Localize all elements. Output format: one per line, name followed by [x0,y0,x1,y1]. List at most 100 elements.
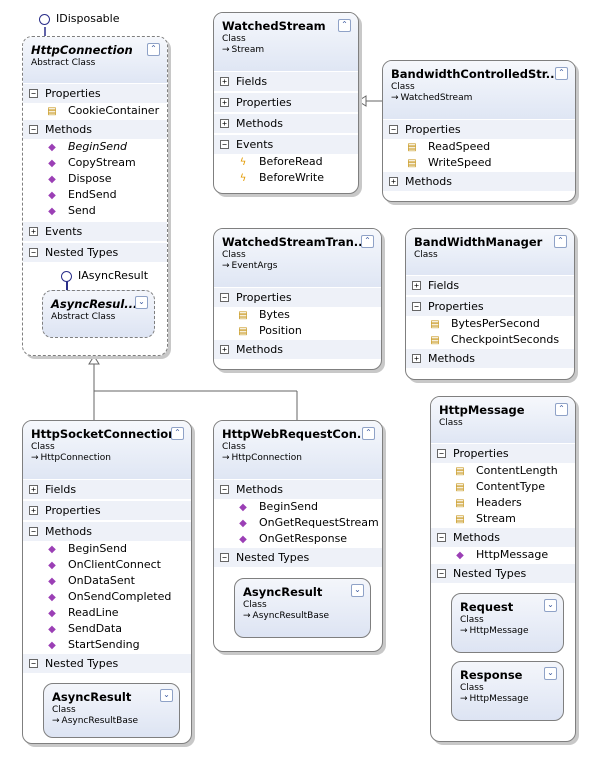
member-property[interactable]: ▤ CheckpointSeconds [406,332,574,348]
member-property[interactable]: ▤ ContentLength [431,463,575,479]
section-properties[interactable]: + Properties [214,92,358,112]
section-nested-types[interactable]: − Nested Types [23,242,167,262]
plus-box-icon[interactable]: + [29,484,38,494]
section-nested-types[interactable]: − Nested Types [23,653,191,673]
minus-box-icon[interactable]: − [389,124,398,134]
section-events[interactable]: + Events [23,221,167,241]
section-fields[interactable]: + Fields [23,479,191,499]
expand-icon[interactable]: ⌄ [544,667,557,680]
minus-box-icon[interactable]: − [220,139,229,149]
collapse-icon[interactable]: ⌃ [147,43,160,56]
minus-box-icon[interactable]: − [437,532,446,542]
member-property[interactable]: ▤ BytesPerSecond [406,316,574,332]
section-methods[interactable]: − Methods [23,119,167,139]
class-http-message[interactable]: HttpMessage Class ⌃ − Properties ▤ Content… [430,396,576,742]
member-method[interactable]: ◆ OnClientConnect [23,557,191,573]
minus-box-icon[interactable]: − [29,526,38,536]
member-method[interactable]: ◆ OnDataSent [23,573,191,589]
minus-box-icon[interactable]: − [29,658,38,668]
collapse-icon[interactable]: ⌃ [338,19,351,32]
member-method[interactable]: ◆ OnSendCompleted [23,589,191,605]
class-watched-stream-transfer[interactable]: WatchedStreamTran... Class → EventArgs ⌃ … [213,228,382,370]
collapse-icon[interactable]: ⌃ [555,67,568,80]
collapse-icon[interactable]: ⌃ [554,235,567,248]
section-nested-types[interactable]: − Nested Types [431,563,575,583]
member-method[interactable]: ◆ StartSending [23,637,191,653]
member-property[interactable]: ▤ Stream [431,511,575,527]
section-properties[interactable]: − Properties [23,83,167,103]
section-properties[interactable]: + Properties [23,500,191,520]
member-method[interactable]: ◆ EndSend [23,187,167,203]
minus-box-icon[interactable]: − [29,124,38,134]
section-properties[interactable]: − Properties [431,443,575,463]
section-properties[interactable]: − Properties [406,296,574,316]
nested-class-asyncresult[interactable]: AsyncResult Class → AsyncResultBase ⌄ [43,683,180,738]
plus-box-icon[interactable]: + [412,353,421,363]
member-method[interactable]: ◆ Dispose [23,171,167,187]
plus-box-icon[interactable]: + [220,76,229,86]
minus-box-icon[interactable]: − [437,568,446,578]
minus-box-icon[interactable]: − [220,292,229,302]
class-bandwidth-controlled-stream[interactable]: BandwidthControlledStr... Class → Watched… [382,60,576,202]
member-method[interactable]: ◆ Send [23,203,167,219]
expand-icon[interactable]: ⌄ [135,296,148,309]
expand-icon[interactable]: ⌄ [160,689,173,702]
member-method[interactable]: ◆ OnGetResponse [214,531,382,547]
section-methods[interactable]: − Methods [214,479,382,499]
expand-icon[interactable]: ⌄ [351,584,364,597]
minus-box-icon[interactable]: − [220,484,229,494]
member-method[interactable]: ◆ HttpMessage [431,547,575,563]
plus-box-icon[interactable]: + [389,176,398,186]
section-methods[interactable]: + Methods [383,171,575,191]
nested-class-response[interactable]: Response Class → HttpMessage ⌄ [451,661,564,721]
collapse-icon[interactable]: ⌃ [362,427,375,440]
plus-box-icon[interactable]: + [29,505,38,515]
minus-box-icon[interactable]: − [437,448,446,458]
minus-box-icon[interactable]: − [412,301,421,311]
section-properties[interactable]: − Properties [383,119,575,139]
nested-class-request[interactable]: Request Class → HttpMessage ⌄ [451,593,564,653]
plus-box-icon[interactable]: + [220,344,229,354]
member-method[interactable]: ◆ BeginSend [214,499,382,515]
section-properties[interactable]: − Properties [214,287,381,307]
minus-box-icon[interactable]: − [29,88,38,98]
nested-class-asyncresult[interactable]: AsyncResult Class → AsyncResultBase ⌄ [234,578,371,638]
class-watched-stream[interactable]: WatchedStream Class → Stream ⌃ + Fields + P… [213,12,359,194]
member-property[interactable]: ▤ ContentType [431,479,575,495]
member-property[interactable]: ▤ Headers [431,495,575,511]
member-method[interactable]: ◆ CopyStream [23,155,167,171]
plus-box-icon[interactable]: + [412,280,421,290]
plus-box-icon[interactable]: + [29,226,38,236]
member-property[interactable]: ▤ Bytes [214,307,381,323]
section-methods[interactable]: + Methods [406,348,574,368]
section-nested-types[interactable]: − Nested Types [214,547,382,567]
section-methods[interactable]: + Methods [214,339,381,359]
member-property[interactable]: ▤ ReadSpeed [383,139,575,155]
class-http-connection[interactable]: HttpConnection Abstract Class ⌃ − Propert… [22,36,168,356]
member-method[interactable]: ◆ ReadLine [23,605,191,621]
plus-box-icon[interactable]: + [220,97,229,107]
section-fields[interactable]: + Fields [406,275,574,295]
member-event[interactable]: ϟ BeforeWrite [214,170,358,186]
member-method[interactable]: ◆ BeginSend [23,139,167,155]
class-http-webrequest-connection[interactable]: HttpWebRequestCon... Class → HttpConnecti… [213,420,383,652]
nested-class-asyncresult[interactable]: AsyncResul... Abstract Class ⌄ [42,290,155,338]
member-method[interactable]: ◆ SendData [23,621,191,637]
minus-box-icon[interactable]: − [220,552,229,562]
class-bandwidth-manager[interactable]: BandWidthManager Class ⌃ + Fields − Proper… [405,228,575,380]
expand-icon[interactable]: ⌄ [544,599,557,612]
section-events[interactable]: − Events [214,134,358,154]
class-http-socket-connection[interactable]: HttpSocketConnection Class → HttpConnecti… [22,420,192,744]
member-property[interactable]: ▤ Position [214,323,381,339]
member-method[interactable]: ◆ BeginSend [23,541,191,557]
section-methods[interactable]: − Methods [431,527,575,547]
member-property[interactable]: ▤ WriteSpeed [383,155,575,171]
section-fields[interactable]: + Fields [214,71,358,91]
collapse-icon[interactable]: ⌃ [171,427,184,440]
minus-box-icon[interactable]: − [29,247,38,257]
plus-box-icon[interactable]: + [220,118,229,128]
section-methods[interactable]: + Methods [214,113,358,133]
collapse-icon[interactable]: ⌃ [361,235,374,248]
member-method[interactable]: ◆ OnGetRequestStream [214,515,382,531]
member-event[interactable]: ϟ BeforeRead [214,154,358,170]
